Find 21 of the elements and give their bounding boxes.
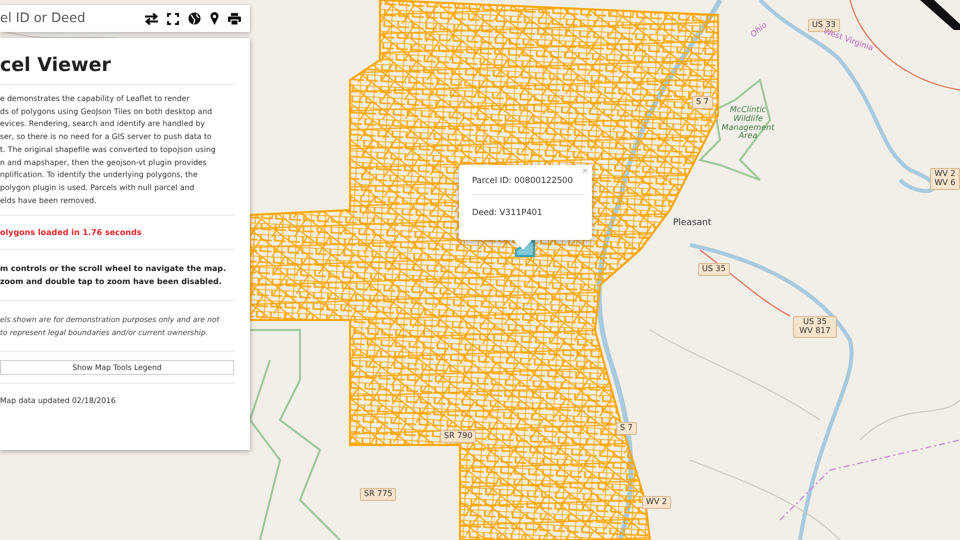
- parcel-id-text: Parcel ID: 00800122500: [472, 175, 574, 185]
- road-shield: US 35: [698, 263, 730, 276]
- road-shield: WV 2 WV 6: [930, 168, 960, 190]
- deed-text: Deed: V311P401: [472, 207, 544, 217]
- search-bar[interactable]: el ID or Deed: [0, 5, 250, 32]
- load-status-text: olygons loaded in 1.76 seconds: [0, 228, 143, 238]
- road-shield: S 7: [616, 422, 637, 435]
- globe-icon[interactable]: [188, 12, 201, 25]
- town-label: Pleasant: [673, 219, 712, 229]
- road-shield: SR 775: [360, 488, 396, 501]
- print-icon[interactable]: [228, 12, 241, 24]
- map-pin-icon[interactable]: [210, 12, 219, 25]
- road-shield: US 35 WV 817: [793, 316, 837, 338]
- app-title: cel Viewer: [0, 54, 112, 76]
- park-label: McClintic Wildlife Management Area: [720, 106, 776, 142]
- corner-ribbon[interactable]: [920, 0, 960, 30]
- road-shield: S 7: [692, 96, 713, 109]
- road-shield: SR 790: [440, 430, 476, 443]
- swap-icon[interactable]: [145, 12, 158, 24]
- fullscreen-icon[interactable]: [167, 12, 179, 24]
- road-shield: WV 2: [642, 496, 672, 509]
